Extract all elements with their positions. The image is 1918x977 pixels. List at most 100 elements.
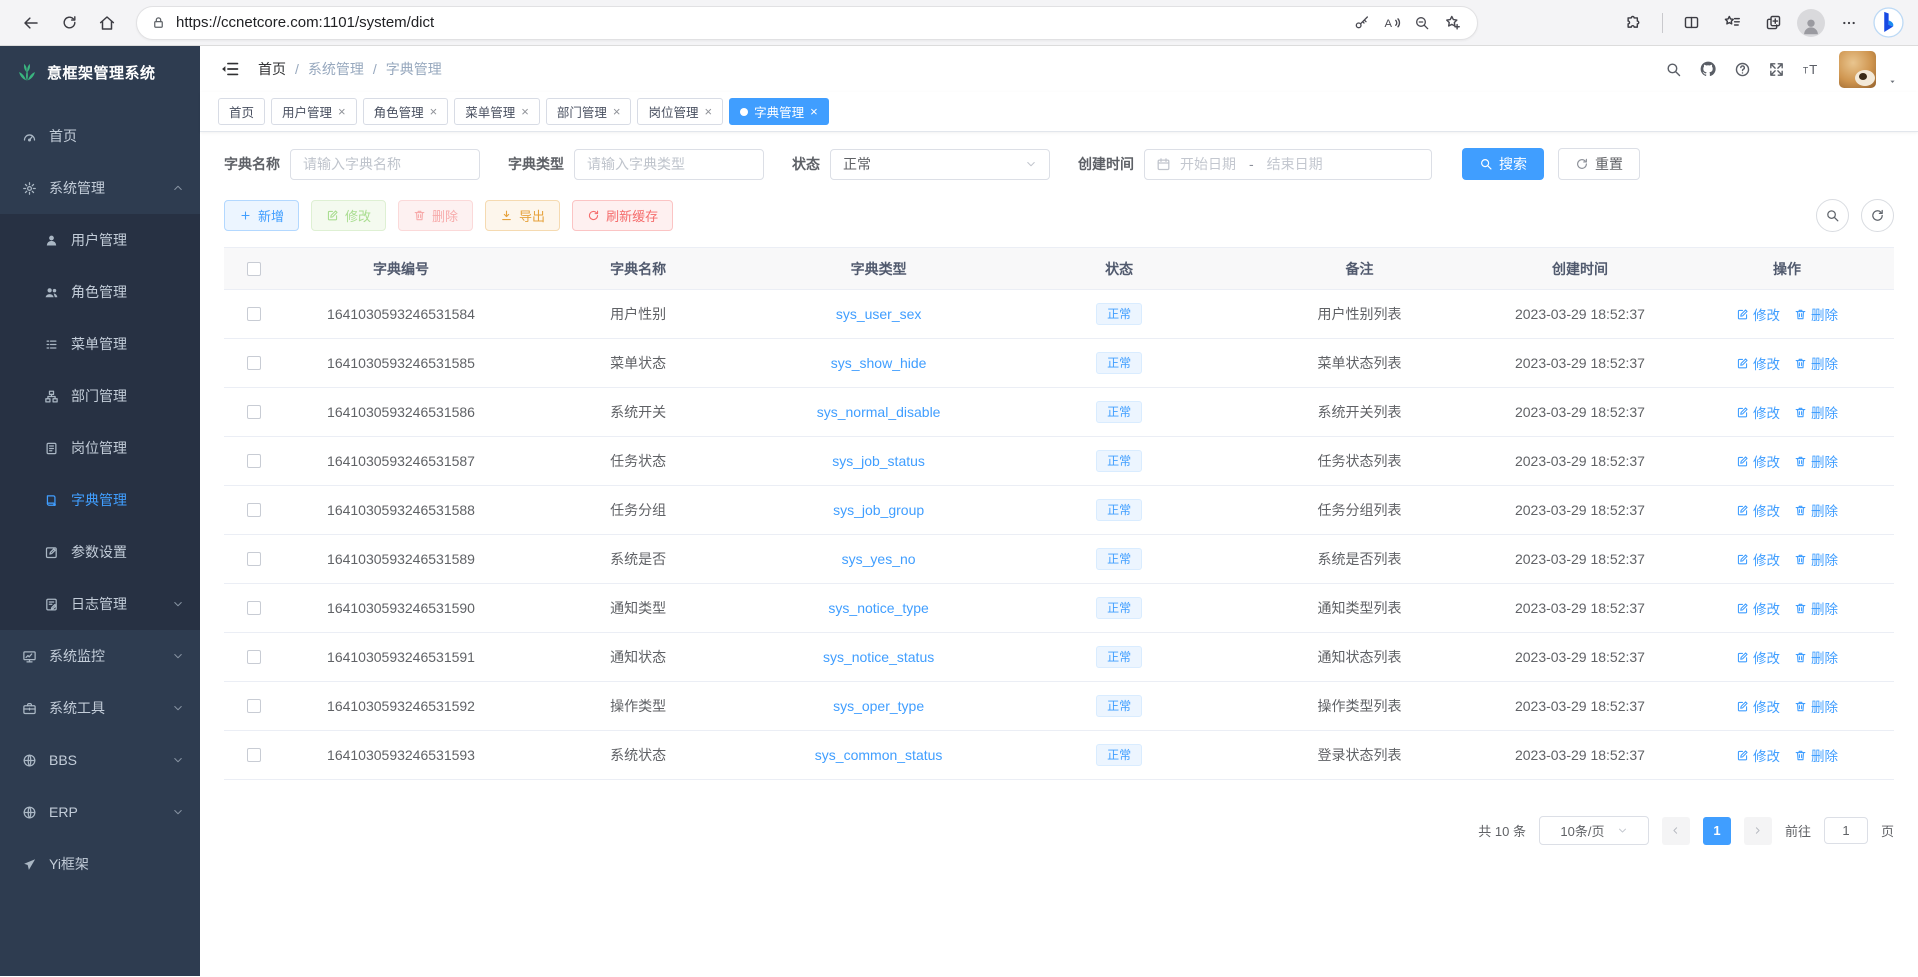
breadcrumb-item[interactable]: 字典管理	[386, 59, 442, 79]
row-edit-link[interactable]: 修改	[1736, 745, 1780, 765]
dict-type-link[interactable]: sys_yes_no	[842, 551, 916, 567]
dict-type-link[interactable]: sys_show_hide	[831, 355, 927, 371]
row-delete-link[interactable]: 删除	[1794, 451, 1838, 471]
add-button[interactable]: 新增	[224, 200, 299, 231]
font-size-icon[interactable]: TT	[1802, 59, 1822, 79]
read-aloud-icon[interactable]: A	[1377, 8, 1407, 38]
tab-item-3[interactable]: 菜单管理 ×	[454, 98, 540, 125]
reset-button[interactable]: 重置	[1558, 148, 1640, 180]
dict-type-link[interactable]: sys_user_sex	[836, 306, 922, 322]
sidebar-item-home[interactable]: 首页	[0, 110, 200, 162]
favorites-icon[interactable]	[1715, 6, 1749, 40]
breadcrumb-item[interactable]: 系统管理	[308, 59, 364, 79]
sidebar-item-role[interactable]: 角色管理	[0, 266, 200, 318]
row-delete-link[interactable]: 删除	[1794, 500, 1838, 520]
current-page[interactable]: 1	[1703, 817, 1731, 845]
next-page-button[interactable]	[1744, 817, 1772, 845]
select-all-checkbox[interactable]	[247, 262, 261, 276]
row-edit-link[interactable]: 修改	[1736, 304, 1780, 324]
row-edit-link[interactable]: 修改	[1736, 402, 1780, 422]
row-delete-link[interactable]: 删除	[1794, 353, 1838, 373]
row-checkbox[interactable]	[247, 650, 261, 664]
row-checkbox[interactable]	[247, 601, 261, 615]
delete-button[interactable]: 删除	[398, 200, 473, 231]
row-delete-link[interactable]: 删除	[1794, 402, 1838, 422]
tab-item-5[interactable]: 岗位管理 ×	[637, 98, 723, 125]
extensions-icon[interactable]	[1617, 6, 1651, 40]
dict-type-input[interactable]	[574, 149, 764, 180]
help-icon[interactable]	[1734, 61, 1751, 78]
row-checkbox[interactable]	[247, 454, 261, 468]
dict-type-link[interactable]: sys_oper_type	[833, 698, 924, 714]
row-checkbox[interactable]	[247, 356, 261, 370]
tab-close-icon[interactable]: ×	[338, 105, 346, 118]
sidebar-collapse-icon[interactable]	[220, 59, 240, 79]
search-button[interactable]: 搜索	[1462, 148, 1544, 180]
tab-item-6[interactable]: 字典管理 ×	[729, 98, 829, 125]
tab-close-icon[interactable]: ×	[704, 105, 712, 118]
row-edit-link[interactable]: 修改	[1736, 549, 1780, 569]
row-edit-link[interactable]: 修改	[1736, 451, 1780, 471]
row-delete-link[interactable]: 删除	[1794, 598, 1838, 618]
toggle-search-button[interactable]	[1816, 199, 1849, 232]
sidebar-item-tools[interactable]: 系统工具	[0, 682, 200, 734]
sidebar-item-monitor[interactable]: 系统监控	[0, 630, 200, 682]
browser-home-icon[interactable]	[90, 6, 124, 40]
favorite-add-icon[interactable]	[1437, 8, 1467, 38]
sidebar-item-menu[interactable]: 菜单管理	[0, 318, 200, 370]
sidebar-item-dept[interactable]: 部门管理	[0, 370, 200, 422]
refresh-cache-button[interactable]: 刷新缓存	[572, 200, 673, 231]
zoom-out-icon[interactable]	[1407, 8, 1437, 38]
row-checkbox[interactable]	[247, 405, 261, 419]
browser-back-icon[interactable]	[14, 6, 48, 40]
row-delete-link[interactable]: 删除	[1794, 549, 1838, 569]
row-delete-link[interactable]: 删除	[1794, 745, 1838, 765]
more-menu-icon[interactable]	[1832, 6, 1866, 40]
dict-name-input[interactable]	[290, 149, 480, 180]
status-select[interactable]: 正常	[830, 149, 1050, 180]
browser-profile-icon[interactable]	[1797, 9, 1825, 37]
tab-item-4[interactable]: 部门管理 ×	[546, 98, 632, 125]
fullscreen-icon[interactable]	[1768, 61, 1785, 78]
edit-button[interactable]: 修改	[311, 200, 386, 231]
row-delete-link[interactable]: 删除	[1794, 696, 1838, 716]
sidebar-item-user[interactable]: 用户管理	[0, 214, 200, 266]
row-checkbox[interactable]	[247, 552, 261, 566]
row-edit-link[interactable]: 修改	[1736, 598, 1780, 618]
row-edit-link[interactable]: 修改	[1736, 500, 1780, 520]
row-checkbox[interactable]	[247, 699, 261, 713]
prev-page-button[interactable]	[1662, 817, 1690, 845]
row-edit-link[interactable]: 修改	[1736, 647, 1780, 667]
refresh-table-button[interactable]	[1861, 199, 1894, 232]
collections-icon[interactable]	[1756, 6, 1790, 40]
row-edit-link[interactable]: 修改	[1736, 696, 1780, 716]
row-checkbox[interactable]	[247, 748, 261, 762]
browser-refresh-icon[interactable]	[52, 6, 86, 40]
lock-icon[interactable]	[151, 15, 166, 30]
bing-icon[interactable]	[1873, 7, 1904, 38]
sidebar-item-config[interactable]: 参数设置	[0, 526, 200, 578]
password-key-icon[interactable]	[1347, 8, 1377, 38]
row-delete-link[interactable]: 删除	[1794, 647, 1838, 667]
row-edit-link[interactable]: 修改	[1736, 353, 1780, 373]
tab-item-0[interactable]: 首页	[218, 98, 265, 125]
tab-item-2[interactable]: 角色管理 ×	[363, 98, 449, 125]
sidebar-item-dict[interactable]: 字典管理	[0, 474, 200, 526]
github-icon[interactable]	[1699, 60, 1717, 78]
breadcrumb-item[interactable]: 首页	[258, 59, 286, 79]
row-delete-link[interactable]: 删除	[1794, 304, 1838, 324]
split-screen-icon[interactable]	[1674, 6, 1708, 40]
sidebar-item-erp[interactable]: ERP	[0, 786, 200, 838]
tab-item-1[interactable]: 用户管理 ×	[271, 98, 357, 125]
sidebar-item-log[interactable]: 日志管理	[0, 578, 200, 630]
tab-close-icon[interactable]: ×	[521, 105, 529, 118]
page-size-select[interactable]: 10条/页	[1539, 816, 1649, 845]
avatar[interactable]	[1839, 51, 1876, 88]
avatar-caret-icon[interactable]	[1887, 77, 1898, 88]
address-bar[interactable]: https://ccnetcore.com:1101/system/dict A	[136, 6, 1478, 40]
dict-type-link[interactable]: sys_common_status	[815, 747, 943, 763]
export-button[interactable]: 导出	[485, 200, 560, 231]
sidebar-item-system[interactable]: 系统管理	[0, 162, 200, 214]
sidebar-item-yi[interactable]: Yi框架	[0, 838, 200, 890]
sidebar-item-bbs[interactable]: BBS	[0, 734, 200, 786]
